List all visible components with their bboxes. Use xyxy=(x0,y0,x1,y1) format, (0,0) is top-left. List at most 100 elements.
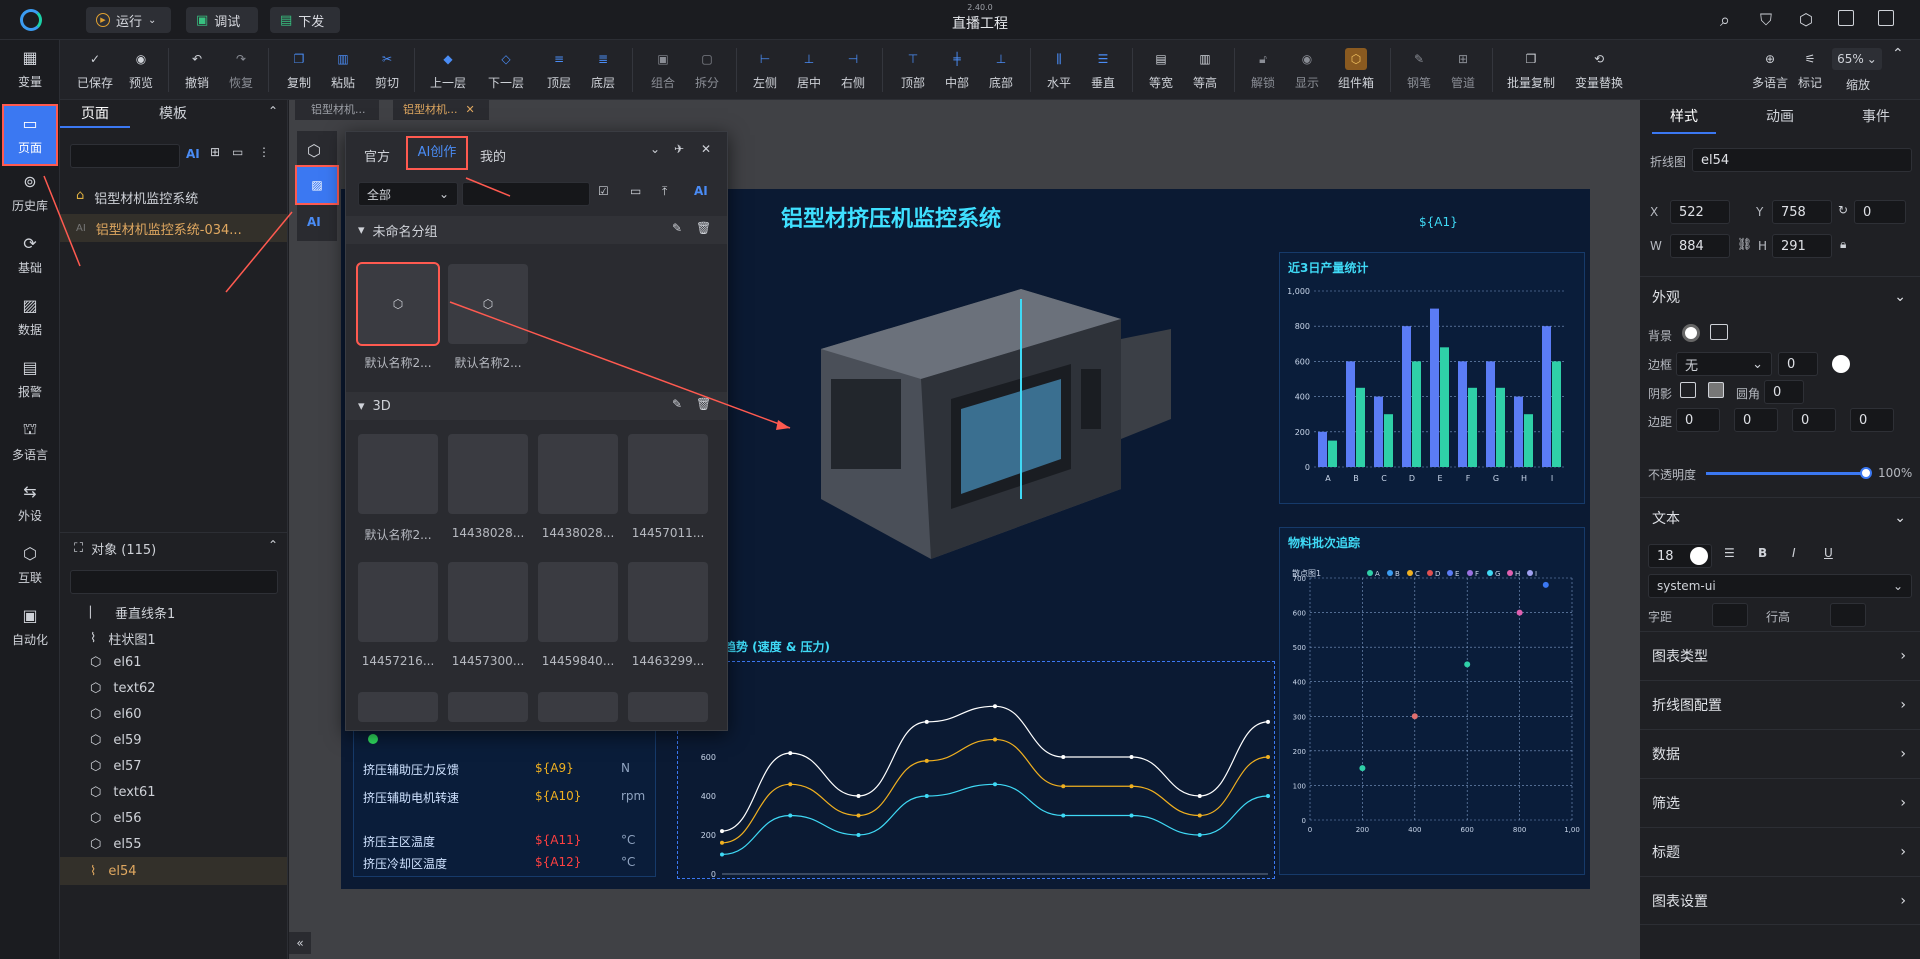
tab-style[interactable]: 样式 xyxy=(1652,100,1716,134)
copy-button[interactable]: ❐ 复制 xyxy=(276,46,322,96)
padding-input[interactable]: 0 xyxy=(1734,408,1778,432)
asset-card[interactable] xyxy=(358,562,438,642)
rail-peripheral[interactable]: ⇆ 外设 xyxy=(4,474,56,532)
rail-automation[interactable]: ▣ 自动化 xyxy=(4,598,56,656)
h-input[interactable]: 291 xyxy=(1772,234,1832,258)
pipe-button[interactable]: ⊞ 管道 xyxy=(1440,46,1486,96)
undo-button[interactable]: ↶ 撤销 xyxy=(174,46,220,96)
cut-button[interactable]: ✂ 剪切 xyxy=(364,46,410,96)
unlock-button[interactable]: 🔓︎ 解锁 xyxy=(1240,46,1286,96)
ungroup-button[interactable]: ▢ 拆分 xyxy=(684,46,730,96)
tab-pages[interactable]: 页面 xyxy=(60,100,130,128)
rail-interconnect[interactable]: ⬡ 互联 xyxy=(4,536,56,594)
shield-icon[interactable]: ⛉ xyxy=(1760,10,1772,30)
shadow-inner-icon[interactable] xyxy=(1708,382,1724,398)
opacity-slider-handle[interactable] xyxy=(1860,467,1872,479)
var-replace-button[interactable]: ⟲ 变量替换 xyxy=(1568,46,1630,96)
object-item[interactable]: ⬡ el59 xyxy=(90,733,142,748)
batch-copy-button[interactable]: ❐ 批量复制 xyxy=(1500,46,1562,96)
bottom-layer-button[interactable]: ≣ 底层 xyxy=(580,46,626,96)
redo-button[interactable]: ↷ 恢复 xyxy=(218,46,264,96)
equal-height-button[interactable]: ▥ 等高 xyxy=(1182,46,1228,96)
collapse-left-icon[interactable]: « xyxy=(289,932,311,954)
distribute-vertical-button[interactable]: ☰ 垂直 xyxy=(1080,46,1126,96)
zoom-select[interactable]: 65% ⌄ xyxy=(1832,48,1882,70)
section-chart-settings[interactable]: 图表设置 › xyxy=(1640,876,1920,925)
section-filter[interactable]: 筛选 › xyxy=(1640,778,1920,827)
doc-tab-active[interactable]: 铝型材机... ✕ xyxy=(393,100,489,120)
line-height-input[interactable] xyxy=(1830,603,1866,627)
padding-input[interactable]: 0 xyxy=(1792,408,1836,432)
folder-icon[interactable]: ▭ xyxy=(232,145,243,159)
object-item[interactable]: ⬡ text61 xyxy=(90,785,156,800)
trash-icon[interactable]: 🗑︎ xyxy=(696,221,711,235)
asset-card[interactable] xyxy=(538,692,618,722)
upload-icon[interactable]: ⤒ xyxy=(662,184,667,199)
more-icon[interactable]: ⋮ xyxy=(258,145,270,159)
y-input[interactable]: 758 xyxy=(1772,200,1832,224)
border-select[interactable]: 无 ⌄ xyxy=(1676,352,1772,376)
asset-card[interactable] xyxy=(538,434,618,514)
equal-width-button[interactable]: ▤ 等宽 xyxy=(1138,46,1184,96)
object-item[interactable]: ⬡ el57 xyxy=(90,759,142,774)
filter-select[interactable]: 全部 ⌄ xyxy=(358,182,458,206)
page-item-selected[interactable]: AI 铝型材机监控系统-034... xyxy=(60,214,287,242)
align-right-button[interactable]: ⊣ 右侧 xyxy=(830,46,876,96)
rail-history[interactable]: ⊚ 历史库 xyxy=(4,164,56,222)
edit-icon[interactable]: ✎ xyxy=(672,397,682,411)
scatter-chart-panel[interactable]: 物料批次追踪 散点图1 A B C D E F G H I 0 100 200 300 400 500 600 7… xyxy=(1279,527,1585,875)
pin-icon[interactable]: ✈ xyxy=(674,142,684,156)
tab-mine[interactable]: 我的 xyxy=(480,146,506,165)
lock-icon[interactable]: 🔒︎ xyxy=(1840,237,1846,252)
section-title[interactable]: 标题 › xyxy=(1640,827,1920,876)
object-item[interactable]: ⌇ 柱状图1 xyxy=(90,629,156,648)
border-width-input[interactable]: 0 xyxy=(1778,352,1818,376)
section-data[interactable]: 数据 › xyxy=(1640,729,1920,778)
top-layer-button[interactable]: ≡ 顶层 xyxy=(536,46,582,96)
asset-card[interactable] xyxy=(628,434,708,514)
group-button[interactable]: ▣ 组合 xyxy=(640,46,686,96)
object-item[interactable]: ⬡ el60 xyxy=(90,707,142,722)
doc-tab[interactable]: 铝型材机... xyxy=(295,100,379,120)
padding-input[interactable]: 0 xyxy=(1676,408,1720,432)
text-section[interactable]: 文本 ⌄ xyxy=(1640,497,1920,537)
x-input[interactable]: 522 xyxy=(1670,200,1730,224)
appearance-section[interactable]: 外观 ⌄ xyxy=(1640,276,1920,316)
asset-card[interactable]: ⬡ xyxy=(448,264,528,344)
tab-templates[interactable]: 模板 xyxy=(138,100,208,128)
letter-spacing-input[interactable] xyxy=(1712,603,1748,627)
asset-card[interactable]: ⬡ xyxy=(356,262,440,346)
layer-up-button[interactable]: ◆ 上一层 xyxy=(422,46,474,96)
edit-icon[interactable]: ✎ xyxy=(672,221,682,235)
align-top-button[interactable]: ⊤ 顶部 xyxy=(890,46,936,96)
asset-card[interactable] xyxy=(358,692,438,722)
panel-icon[interactable] xyxy=(1838,10,1854,26)
cube-tab-icon[interactable]: ⬡ xyxy=(307,141,321,160)
asset-card[interactable] xyxy=(448,434,528,514)
asset-card[interactable] xyxy=(448,562,528,642)
align-center-button[interactable]: ⊥ 居中 xyxy=(786,46,832,96)
collapse-icon[interactable]: ⌃ xyxy=(268,104,278,118)
group-header[interactable]: ▾ 未命名分组 xyxy=(346,216,727,244)
layout-icon[interactable] xyxy=(1878,10,1894,26)
tab-animation[interactable]: 动画 xyxy=(1748,100,1812,134)
tab-ai-creation[interactable]: AI创作 xyxy=(406,136,468,170)
search-icon[interactable]: ⌕ xyxy=(1720,10,1730,31)
object-item-selected[interactable]: ⌇ el54 xyxy=(60,857,287,885)
run-button[interactable]: ▶ 运行 ⌄ xyxy=(86,7,171,33)
italic-icon[interactable]: I xyxy=(1792,546,1796,560)
asset-card[interactable] xyxy=(628,562,708,642)
object-item[interactable]: ⬡ el55 xyxy=(90,837,142,852)
rail-variables[interactable]: ▦ 变量 xyxy=(4,40,56,98)
trash-icon[interactable]: 🗑︎ xyxy=(696,397,711,411)
font-color-swatch[interactable] xyxy=(1690,547,1708,565)
object-item[interactable]: ⬡ el56 xyxy=(90,811,142,826)
deploy-button[interactable]: ▤ 下发 xyxy=(270,7,340,33)
padding-input[interactable]: 0 xyxy=(1850,408,1894,432)
bold-icon[interactable]: B xyxy=(1758,546,1767,560)
object-item[interactable]: ⬡ text62 xyxy=(90,681,156,696)
asset-card[interactable] xyxy=(538,562,618,642)
preview-button[interactable]: ◉ 预览 xyxy=(118,46,164,96)
page-item-home[interactable]: ⌂ 铝型材机监控系统 xyxy=(76,188,198,207)
align-middle-button[interactable]: ╪ 中部 xyxy=(934,46,980,96)
